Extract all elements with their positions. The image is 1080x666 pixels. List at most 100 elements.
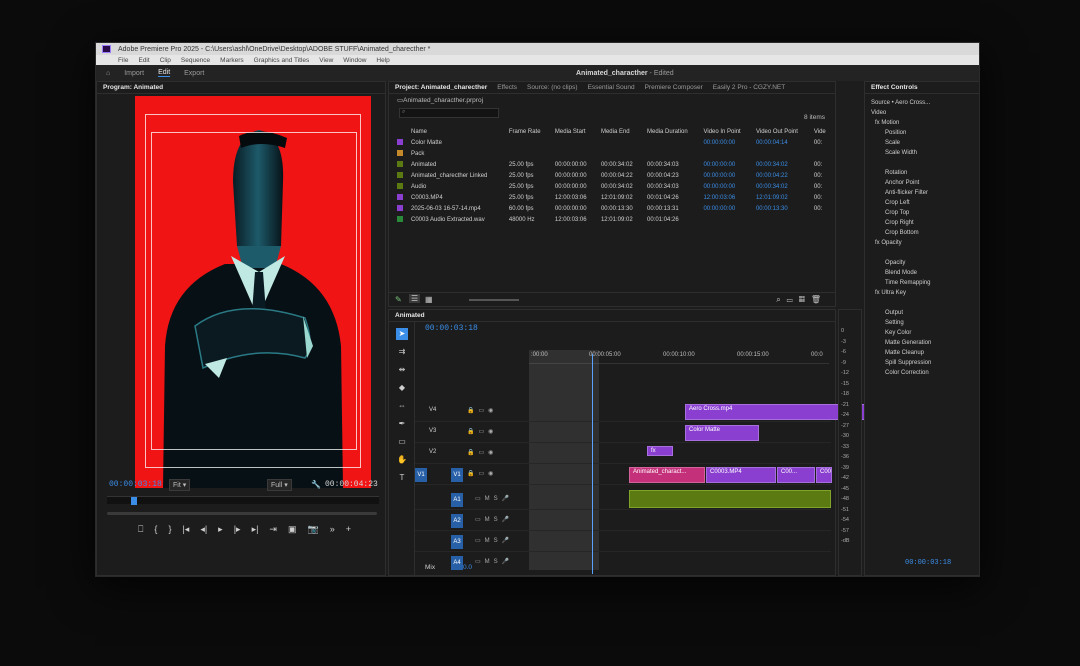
- effect-property[interactable]: [871, 298, 974, 308]
- menu-window[interactable]: Window: [343, 57, 366, 64]
- effect-property[interactable]: fx Opacity: [871, 238, 974, 248]
- timeline-timecode[interactable]: 00:00:03:18: [425, 324, 478, 333]
- menu-clip[interactable]: Clip: [160, 57, 171, 64]
- tab-easily-pro[interactable]: Easily 2 Pro - CGZY.NET: [713, 84, 785, 91]
- zoom-select[interactable]: Fit ▾: [169, 479, 191, 491]
- menu-graphics[interactable]: Graphics and Titles: [254, 57, 310, 64]
- clip-v3[interactable]: Color Matte: [685, 425, 759, 441]
- label-color-swatch[interactable]: [397, 150, 403, 157]
- track-controls[interactable]: 🔒▭◉: [467, 407, 497, 414]
- play-button[interactable]: ▸: [218, 524, 223, 538]
- tab-source[interactable]: Source: (no clips): [527, 84, 578, 91]
- effect-property[interactable]: Matte Cleanup: [871, 348, 974, 358]
- slip-tool-icon[interactable]: ⇔: [396, 400, 408, 412]
- type-tool-icon[interactable]: T: [396, 472, 408, 484]
- effect-property[interactable]: Key Color: [871, 328, 974, 338]
- col-media-duration[interactable]: Media Duration: [643, 126, 699, 137]
- program-timecode[interactable]: 00:00:03:18: [109, 480, 162, 489]
- effect-property[interactable]: Time Remapping: [871, 278, 974, 288]
- clip-v1-animated[interactable]: Animated_charact...: [629, 467, 705, 483]
- label-color-swatch[interactable]: [397, 205, 403, 212]
- effect-property[interactable]: Color Correction: [871, 368, 974, 378]
- ripple-edit-icon[interactable]: ⇹: [396, 364, 408, 376]
- track-controls[interactable]: 🔒▭◉: [467, 449, 497, 456]
- effect-property[interactable]: fx Motion: [871, 118, 974, 128]
- effect-property[interactable]: fx Ultra Key: [871, 288, 974, 298]
- menu-sequence[interactable]: Sequence: [181, 57, 210, 64]
- tab-import[interactable]: Import: [124, 70, 144, 77]
- mark-out-button[interactable]: }: [168, 524, 171, 538]
- add-button[interactable]: +: [346, 524, 351, 538]
- tab-edit[interactable]: Edit: [158, 69, 171, 77]
- source-patch-v1[interactable]: V1: [415, 468, 427, 482]
- effect-property[interactable]: [871, 158, 974, 168]
- bin-row[interactable]: C0003 Audio Extracted.wav 48000 Hz 12:00:0…: [393, 214, 833, 225]
- pen-tool-icon[interactable]: ✒: [396, 418, 408, 430]
- tab-project[interactable]: Project: Animated_charecther: [395, 84, 487, 91]
- zoom-scrollbar[interactable]: [107, 512, 377, 515]
- tab-effect-controls[interactable]: Effect Controls: [871, 84, 918, 91]
- bin-row[interactable]: Pack: [393, 148, 833, 159]
- effect-property[interactable]: Crop Top: [871, 208, 974, 218]
- effect-property[interactable]: Spill Suppression: [871, 358, 974, 368]
- menu-view[interactable]: View: [319, 57, 333, 64]
- effect-property[interactable]: Setting: [871, 318, 974, 328]
- zoom-slider[interactable]: [469, 299, 519, 301]
- effect-property[interactable]: Position: [871, 128, 974, 138]
- effect-property[interactable]: Video: [871, 108, 974, 118]
- pencil-icon[interactable]: ✎: [395, 295, 402, 304]
- effect-property[interactable]: Output: [871, 308, 974, 318]
- track-controls[interactable]: ▭MS🎤: [475, 495, 513, 502]
- home-icon[interactable]: ⌂: [106, 70, 110, 77]
- menu-edit[interactable]: Edit: [138, 57, 149, 64]
- razor-tool-icon[interactable]: ◆: [396, 382, 408, 394]
- col-video-in[interactable]: Video In Point: [699, 126, 752, 137]
- scrub-playhead[interactable]: [131, 497, 137, 505]
- more-controls-icon[interactable]: »: [330, 524, 335, 538]
- rectangle-tool-icon[interactable]: ▭: [396, 436, 408, 448]
- col-video-dur[interactable]: Vide: [810, 126, 833, 137]
- effect-property[interactable]: Rotation: [871, 168, 974, 178]
- program-title[interactable]: Program: Animated: [103, 84, 163, 91]
- bin-row[interactable]: Animated_charecther Linked 25.00 fps 00:00…: [393, 170, 833, 181]
- clip-v1-c0003-b[interactable]: C0003.MP4: [816, 467, 832, 483]
- tab-effects[interactable]: Effects: [497, 84, 517, 91]
- clip-v1-c0003[interactable]: C0003.MP4: [706, 467, 776, 483]
- menu-file[interactable]: File: [118, 57, 128, 64]
- bin-row[interactable]: 2025-06-03 16-57-14.mp4 60.00 fps 00:00:00…: [393, 203, 833, 214]
- effect-property[interactable]: Opacity: [871, 258, 974, 268]
- label-color-swatch[interactable]: [397, 161, 403, 168]
- extract-button[interactable]: ▣: [288, 524, 297, 538]
- effect-property[interactable]: [871, 248, 974, 258]
- lift-button[interactable]: ⇥: [269, 524, 277, 538]
- track-target-v1[interactable]: V1: [451, 468, 463, 482]
- project-search-input[interactable]: ⌕: [399, 108, 499, 118]
- label-color-swatch[interactable]: [397, 216, 403, 223]
- track-target-a4[interactable]: A4: [451, 556, 463, 570]
- menu-help[interactable]: Help: [376, 57, 389, 64]
- effect-property[interactable]: Scale: [871, 138, 974, 148]
- col-frame-rate[interactable]: Frame Rate: [505, 126, 551, 137]
- track-select-icon[interactable]: ⇉: [396, 346, 408, 358]
- go-to-in-button[interactable]: |◂: [182, 524, 189, 538]
- effect-timecode[interactable]: 00:00:03:18: [905, 559, 951, 567]
- tab-premiere-composer[interactable]: Premiere Composer: [645, 84, 703, 91]
- quality-select[interactable]: Full ▾: [267, 479, 292, 491]
- bin-row[interactable]: Color Matte 00:00:00:00 00:00:04:14 00:: [393, 137, 833, 148]
- tab-essential-sound[interactable]: Essential Sound: [588, 84, 635, 91]
- mix-value[interactable]: 0.0: [463, 564, 472, 571]
- step-back-button[interactable]: ◂|: [200, 524, 207, 538]
- effect-property[interactable]: Crop Bottom: [871, 228, 974, 238]
- mark-in-button[interactable]: {: [154, 524, 157, 538]
- track-target-a1[interactable]: A1: [451, 493, 463, 507]
- step-forward-button[interactable]: |▸: [234, 524, 241, 538]
- bin-row[interactable]: Animated 25.00 fps 00:00:00:00 00:00:34:02 0…: [393, 159, 833, 170]
- tab-export[interactable]: Export: [184, 70, 204, 77]
- label-color-swatch[interactable]: [397, 183, 403, 190]
- list-view-icon[interactable]: ☰: [409, 294, 421, 303]
- label-color-swatch[interactable]: [397, 194, 403, 201]
- selection-tool-icon[interactable]: ➤: [396, 328, 408, 340]
- effect-property[interactable]: Crop Right: [871, 218, 974, 228]
- bin-row[interactable]: Audio 25.00 fps 00:00:00:00 00:00:34:02 00:0…: [393, 181, 833, 192]
- col-video-out[interactable]: Video Out Point: [752, 126, 810, 137]
